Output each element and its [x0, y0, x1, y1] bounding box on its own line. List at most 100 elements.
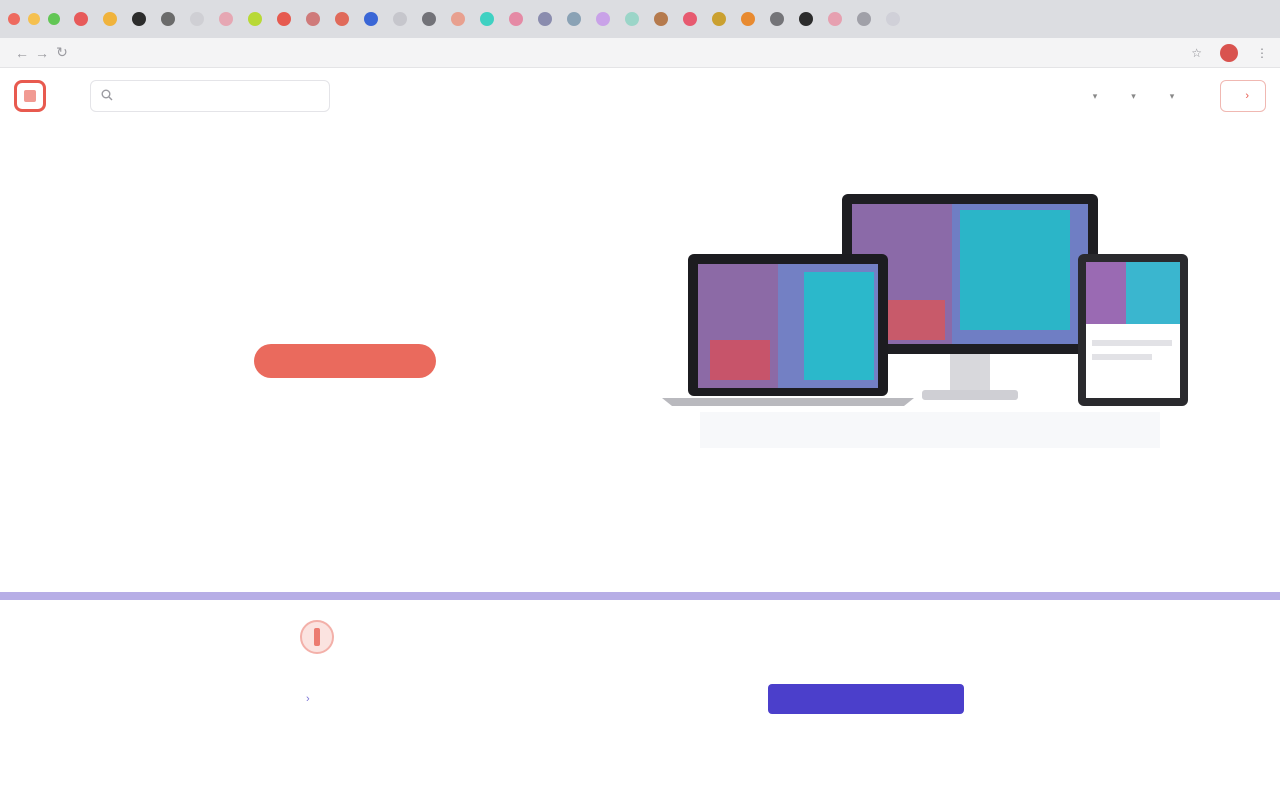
- tab-favicon-icon: [885, 12, 900, 26]
- logo-mark-icon: [14, 80, 46, 112]
- bookmark-star-icon[interactable]: ☆: [1191, 46, 1202, 60]
- back-arrow-icon[interactable]: ←: [12, 45, 32, 61]
- tab-favicon-icon: [189, 12, 204, 26]
- search-icon: [101, 89, 113, 104]
- window-controls: [8, 13, 60, 25]
- browser-menu-icon[interactable]: ⋮: [1256, 46, 1268, 60]
- tab-favicon-icon: [450, 12, 465, 26]
- browser-tab[interactable]: [182, 5, 211, 33]
- browser-tab[interactable]: [472, 5, 501, 33]
- browser-tab[interactable]: [530, 5, 559, 33]
- tab-favicon-icon: [740, 12, 755, 26]
- search-input[interactable]: [121, 89, 319, 103]
- tab-favicon-icon: [827, 12, 842, 26]
- browser-tab[interactable]: [675, 5, 704, 33]
- signup-button[interactable]: ›: [1220, 80, 1266, 112]
- browser-tab[interactable]: [211, 5, 240, 33]
- card-link[interactable]: ›: [300, 693, 310, 705]
- chevron-down-icon: ▾: [1131, 90, 1136, 101]
- devices-illustration: [662, 194, 1188, 448]
- browser-tab[interactable]: [559, 5, 588, 33]
- browser-tab[interactable]: [66, 5, 95, 33]
- browser-tab[interactable]: [704, 5, 733, 33]
- tab-favicon-icon: [566, 12, 581, 26]
- tab-favicon-icon: [682, 12, 697, 26]
- site-header: ▾ ▾ ▾ ›: [0, 68, 1280, 124]
- tab-favicon-icon: [334, 12, 349, 26]
- browser-tab[interactable]: [124, 5, 153, 33]
- browser-tab[interactable]: [240, 5, 269, 33]
- tab-favicon-icon: [276, 12, 291, 26]
- profile-avatar[interactable]: [1220, 43, 1238, 62]
- section-divider: [0, 592, 1280, 600]
- browser-tab[interactable]: [443, 5, 472, 33]
- browser-tab[interactable]: [762, 5, 791, 33]
- browser-tab[interactable]: [153, 5, 182, 33]
- tab-favicon-icon: [363, 12, 378, 26]
- browser-tab[interactable]: [588, 5, 617, 33]
- reload-icon[interactable]: ↻: [52, 44, 72, 61]
- browser-tab[interactable]: [327, 5, 356, 33]
- browser-tab[interactable]: [733, 5, 762, 33]
- tab-favicon-icon: [595, 12, 610, 26]
- arrow-right-icon: ›: [1245, 90, 1249, 102]
- tab-favicon-icon: [131, 12, 146, 26]
- tab-favicon-icon: [537, 12, 552, 26]
- tab-favicon-icon: [305, 12, 320, 26]
- address-bar: ← → ↻ ☆ ⋮: [0, 38, 1280, 68]
- chevron-down-icon: ▾: [1169, 90, 1175, 101]
- browser-tab-strip: [0, 0, 1280, 38]
- tab-favicon-icon: [856, 12, 871, 26]
- tab-favicon-icon: [798, 12, 813, 26]
- chevron-down-icon: ▾: [1092, 90, 1098, 101]
- tab-favicon-icon: [711, 12, 726, 26]
- browser-tab[interactable]: [414, 5, 443, 33]
- main-nav: ▾ ▾ ▾: [1089, 91, 1205, 102]
- browser-tab[interactable]: [298, 5, 327, 33]
- laptop-image: [662, 254, 914, 406]
- tab-favicon-icon: [653, 12, 668, 26]
- close-window-icon[interactable]: [8, 13, 20, 25]
- tab-favicon-icon: [421, 12, 436, 26]
- browser-tab[interactable]: [646, 5, 675, 33]
- tab-list: [66, 5, 907, 33]
- tab-favicon-icon: [218, 12, 233, 26]
- address-bar-actions: ☆ ⋮: [1191, 43, 1268, 62]
- hero-section: [130, 260, 560, 378]
- maximize-window-icon[interactable]: [48, 13, 60, 25]
- browser-tab[interactable]: [878, 5, 907, 33]
- nav-item-2[interactable]: ▾: [1127, 91, 1136, 102]
- tab-favicon-icon: [160, 12, 175, 26]
- tab-favicon-icon: [102, 12, 117, 26]
- tab-favicon-icon: [73, 12, 88, 26]
- minimize-window-icon[interactable]: [28, 13, 40, 25]
- tab-favicon-icon: [479, 12, 494, 26]
- browser-tab[interactable]: [849, 5, 878, 33]
- browser-tab[interactable]: [385, 5, 414, 33]
- tab-favicon-icon: [508, 12, 523, 26]
- nav-item-3[interactable]: ▾: [1166, 91, 1175, 102]
- info-card: ›: [300, 620, 980, 714]
- browser-tab[interactable]: [356, 5, 385, 33]
- tab-favicon-icon: [392, 12, 407, 26]
- card-header: [300, 620, 980, 654]
- card-actions: ›: [300, 684, 964, 714]
- browser-tab[interactable]: [95, 5, 124, 33]
- hero-cta-button[interactable]: [254, 344, 436, 378]
- browser-tab[interactable]: [820, 5, 849, 33]
- card-primary-button[interactable]: [768, 684, 964, 714]
- forward-arrow-icon[interactable]: →: [32, 45, 52, 61]
- browser-tab[interactable]: [617, 5, 646, 33]
- site-search[interactable]: [90, 80, 330, 112]
- browser-tab[interactable]: [791, 5, 820, 33]
- arrow-right-icon: ›: [306, 693, 310, 705]
- card-badge-icon: [300, 620, 334, 654]
- site-logo[interactable]: [14, 80, 54, 112]
- browser-tab[interactable]: [269, 5, 298, 33]
- tab-favicon-icon: [769, 12, 784, 26]
- browser-tab[interactable]: [501, 5, 530, 33]
- tablet-image: [1078, 254, 1188, 406]
- nav-item-1[interactable]: ▾: [1089, 91, 1098, 102]
- tab-favicon-icon: [624, 12, 639, 26]
- tab-favicon-icon: [247, 12, 262, 26]
